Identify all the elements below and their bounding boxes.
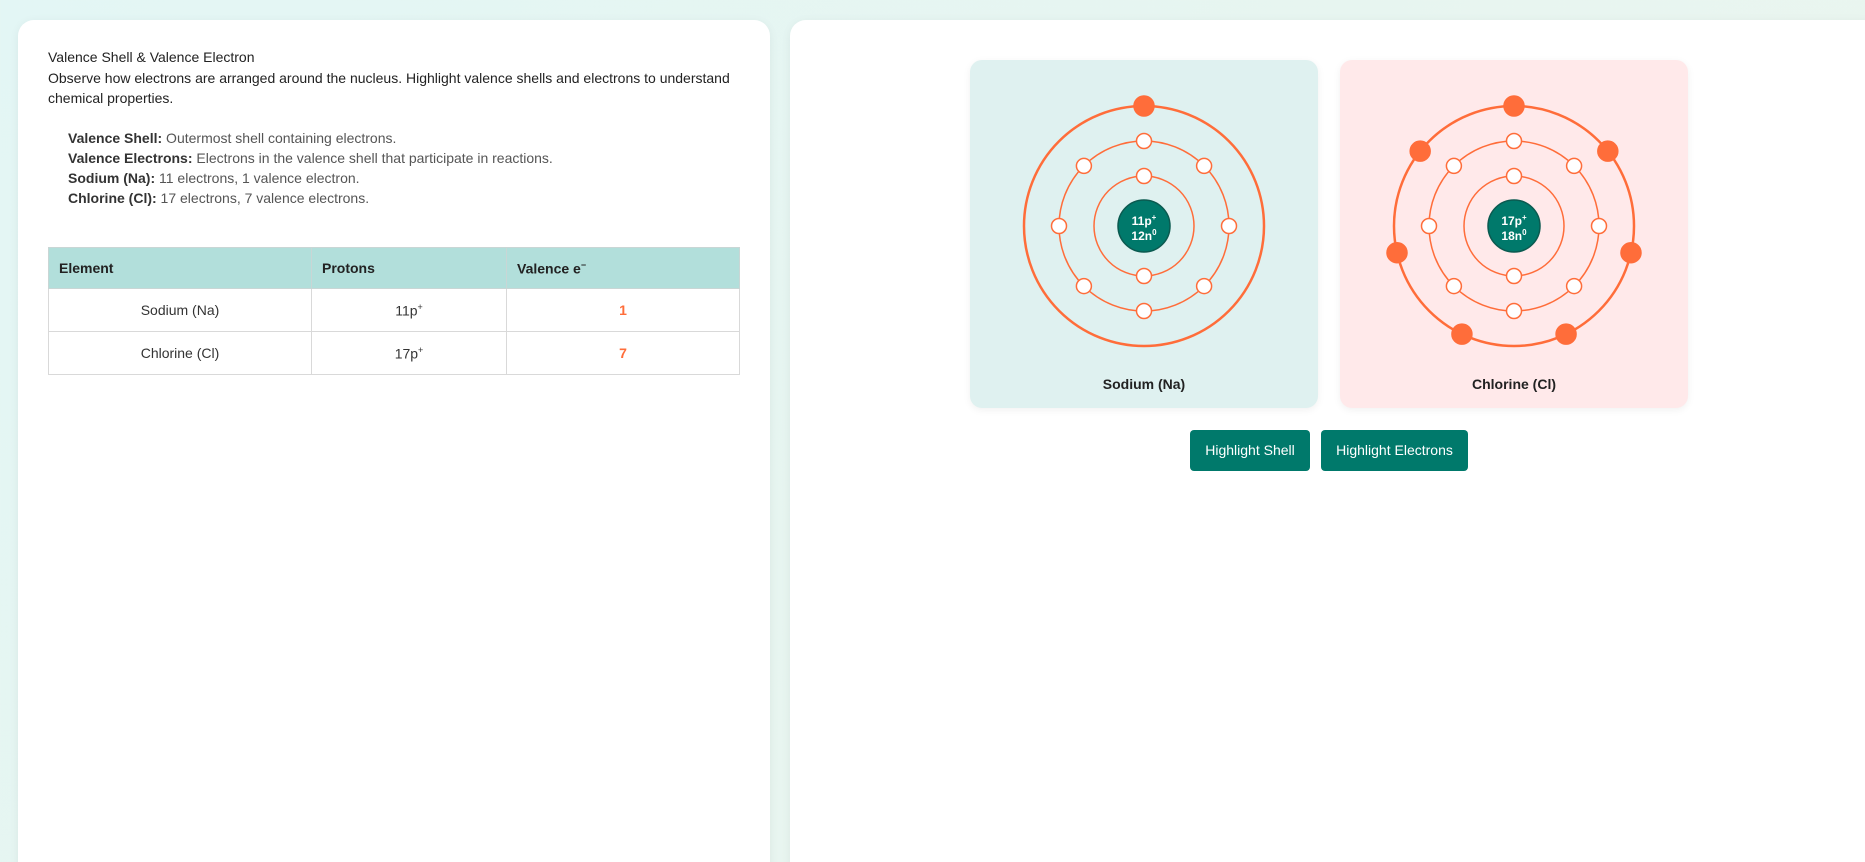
inner-electron: [1075, 277, 1093, 295]
chlorine-label: Chlorine (Cl): [1472, 376, 1556, 392]
page-title: Valence Shell & Valence Electron: [48, 49, 255, 65]
inner-electron: [1135, 167, 1153, 185]
inner-electron: [1445, 277, 1463, 295]
diagram-panel: 11p+ 12n0 Sodium (Na) 17p+ 18n0 Chlorine (…: [790, 20, 1865, 862]
header-valence: Valence e−: [506, 247, 740, 289]
sodium-atom-card: 11p+ 12n0 Sodium (Na): [970, 60, 1318, 408]
header-protons: Protons: [311, 247, 507, 289]
cell-protons: 17p+: [311, 331, 507, 375]
inner-electron: [1135, 302, 1153, 320]
highlight-electrons-button[interactable]: Highlight Electrons: [1321, 430, 1468, 471]
inner-electron: [1565, 157, 1583, 175]
valence-electron: [1620, 241, 1642, 264]
valence-electron: [1386, 241, 1408, 264]
inner-electron: [1195, 157, 1213, 175]
table-row: Chlorine (Cl) 17p+ 7: [48, 331, 740, 375]
inner-electron: [1505, 267, 1523, 285]
sodium-label: Sodium (Na): [1102, 376, 1186, 392]
header-element: Element: [48, 247, 312, 289]
inner-electron: [1220, 217, 1238, 235]
cell-element: Chlorine (Cl): [48, 331, 312, 375]
inner-electron: [1135, 267, 1153, 285]
inner-electron: [1565, 277, 1583, 295]
inner-electron: [1445, 157, 1463, 175]
cell-valence: 7: [506, 331, 740, 375]
inner-electron: [1420, 217, 1438, 235]
inner-electron: [1505, 132, 1523, 150]
chlorine-atom-card: 17p+ 18n0 Chlorine (Cl): [1340, 60, 1688, 408]
table-row: Sodium (Na) 11p+ 1: [48, 288, 740, 332]
cell-valence: 1: [506, 288, 740, 332]
definition-valence-electrons: Valence Electrons: Electrons in the vale…: [68, 150, 553, 166]
valence-electron: [1597, 140, 1619, 162]
highlight-shell-button[interactable]: Highlight Shell: [1190, 430, 1310, 471]
definition-chlorine: Chlorine (Cl): 17 electrons, 7 valence e…: [68, 190, 370, 206]
info-panel: Valence Shell & Valence Electron Observe…: [18, 20, 770, 862]
valence-electron: [1555, 323, 1577, 345]
inner-electron: [1075, 157, 1093, 175]
definition-sodium: Sodium (Na): 11 electrons, 1 valence ele…: [68, 170, 360, 186]
inner-electron: [1505, 302, 1523, 320]
definitions-list: Valence Shell: Outermost shell containin…: [68, 128, 553, 208]
element-table: Element Protons Valence e− Sodium (Na) 1…: [48, 247, 740, 375]
inner-electron: [1135, 132, 1153, 150]
page-description: Observe how electrons are arranged aroun…: [48, 70, 730, 106]
valence-electron: [1451, 323, 1473, 345]
definition-valence-shell: Valence Shell: Outermost shell containin…: [68, 130, 397, 146]
inner-electron: [1050, 217, 1068, 235]
inner-electron: [1195, 277, 1213, 295]
cell-element: Sodium (Na): [48, 288, 312, 332]
cell-protons: 11p+: [311, 288, 507, 332]
sodium-bohr-diagram: 11p+12n0: [1022, 95, 1266, 348]
chlorine-bohr-diagram: 17p+18n0: [1386, 95, 1642, 348]
valence-electron: [1133, 95, 1155, 117]
valence-electron: [1409, 140, 1431, 162]
table-header-row: Element Protons Valence e−: [48, 247, 740, 289]
valence-electron: [1503, 95, 1525, 117]
inner-electron: [1505, 167, 1523, 185]
inner-electron: [1590, 217, 1608, 235]
